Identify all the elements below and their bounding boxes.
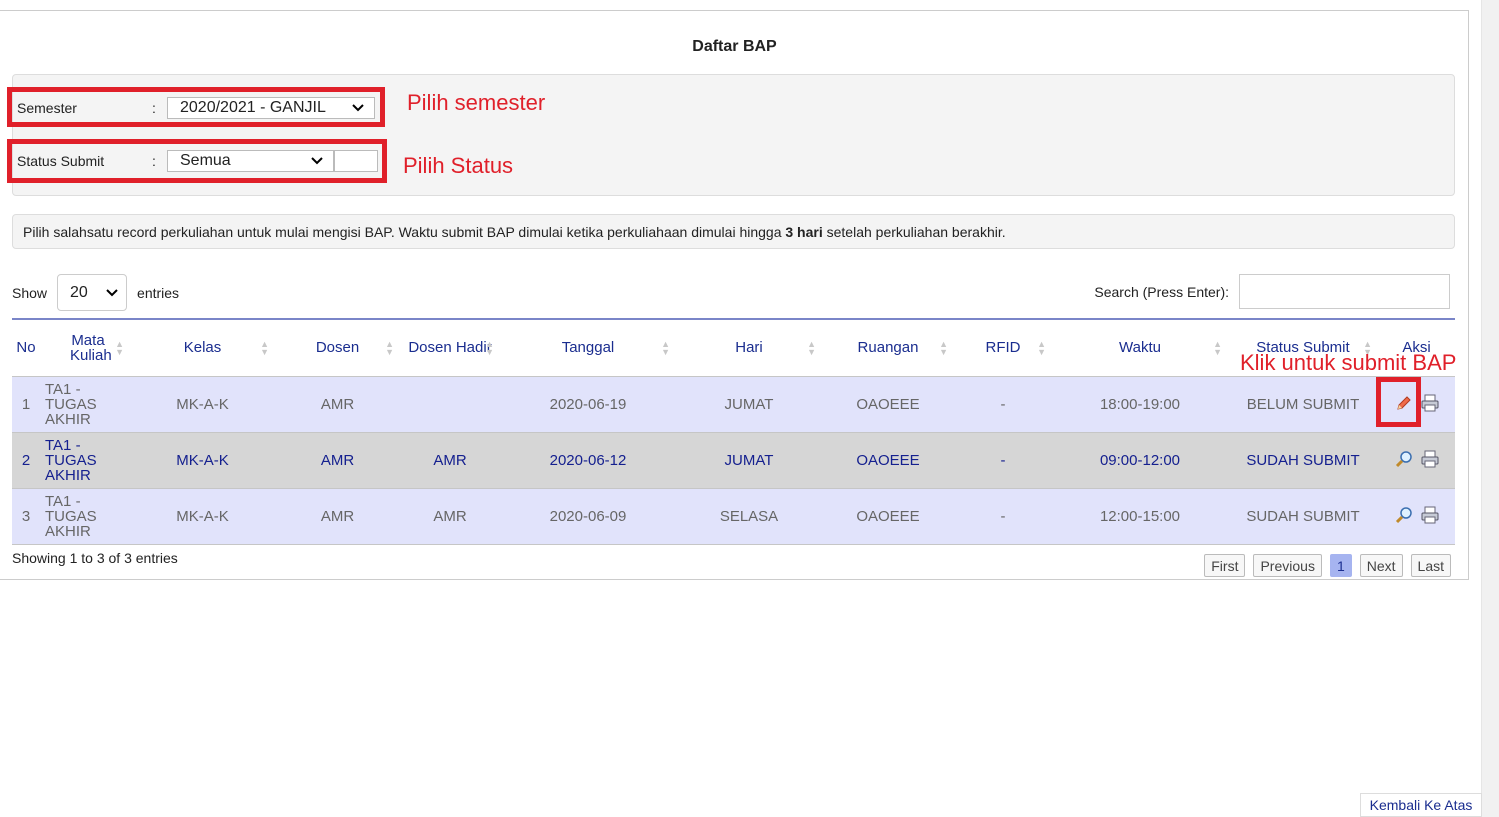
search-label: Search (Press Enter): bbox=[1094, 283, 1229, 300]
sort-icon: ▲ ▼ bbox=[485, 338, 494, 357]
print-icon[interactable] bbox=[1420, 505, 1440, 525]
pager-page-button[interactable]: 1 bbox=[1329, 554, 1352, 577]
cell-rfid: - bbox=[1000, 507, 1006, 525]
header-mata-kuliah[interactable]: Mata Kuliah ▲ ▼ bbox=[40, 319, 130, 376]
magnifier-icon[interactable] bbox=[1394, 449, 1414, 469]
cell-hari: SELASA bbox=[719, 507, 779, 525]
table-search: Search (Press Enter): bbox=[1094, 274, 1450, 309]
sort-icon: ▲ ▼ bbox=[939, 338, 948, 357]
cell-kelas: MK-A-K bbox=[176, 507, 229, 525]
table-header-row: No Mata Kuliah ▲ ▼ Kelas ▲ ▼ Dosen ▲ ▼ Dosen H… bbox=[12, 319, 1455, 376]
header-kelas[interactable]: Kelas ▲ ▼ bbox=[130, 319, 275, 376]
header-waktu[interactable]: Waktu ▲ ▼ bbox=[1052, 319, 1228, 376]
magnifier-icon[interactable] bbox=[1394, 505, 1414, 525]
show-label: Show bbox=[12, 284, 48, 301]
show-entries: Show 20 entries bbox=[12, 274, 179, 311]
cell-ruangan: OAOEEE bbox=[856, 451, 920, 469]
cell-dosen: AMR bbox=[320, 395, 355, 413]
sort-icon: ▲ ▼ bbox=[115, 338, 124, 357]
cell-dosen-hadir bbox=[400, 376, 500, 432]
cell-dosen-hadir: AMR bbox=[433, 451, 467, 469]
print-icon[interactable] bbox=[1420, 393, 1440, 413]
cell-aksi bbox=[1378, 432, 1455, 488]
cell-tanggal: 2020-06-19 bbox=[549, 395, 627, 413]
sort-icon: ▲ ▼ bbox=[807, 338, 816, 357]
search-input[interactable] bbox=[1239, 274, 1450, 309]
cell-hari: JUMAT bbox=[724, 451, 774, 469]
page-title: Daftar BAP bbox=[692, 38, 777, 55]
cell-status-submit: SUDAH SUBMIT bbox=[1246, 507, 1360, 525]
header-rfid[interactable]: RFID ▲ ▼ bbox=[954, 319, 1052, 376]
pager-first-button[interactable]: First bbox=[1204, 554, 1246, 577]
semester-highlight-box bbox=[7, 87, 385, 127]
cell-kelas: MK-A-K bbox=[176, 451, 229, 469]
sort-icon: ▲ ▼ bbox=[661, 338, 670, 357]
showing-info: Showing 1 to 3 of 3 entries bbox=[12, 550, 178, 566]
info-text-before: Pilih salahsatu record perkuliahan untuk… bbox=[23, 223, 786, 240]
info-box: Pilih salahsatu record perkuliahan untuk… bbox=[12, 214, 1455, 249]
cell-waktu: 09:00-12:00 bbox=[1099, 451, 1181, 469]
submit-hint: Klik untuk submit BAP bbox=[1240, 350, 1457, 375]
table-row[interactable]: 2 TA1 - TUGAS AKHIR MK-A-K AMR AMR 2020-… bbox=[12, 432, 1455, 488]
pager-last-button[interactable]: Last bbox=[1410, 554, 1451, 577]
cell-tanggal: 2020-06-09 bbox=[549, 507, 627, 525]
cell-hari: JUMAT bbox=[724, 395, 774, 413]
cell-ruangan: OAOEEE bbox=[856, 395, 920, 413]
cell-mata-kuliah: TA1 - TUGAS AKHIR bbox=[45, 436, 97, 484]
table-row[interactable]: 3 TA1 - TUGAS AKHIR MK-A-K AMR AMR 2020-… bbox=[12, 488, 1455, 544]
cell-mata-kuliah: TA1 - TUGAS AKHIR bbox=[45, 380, 97, 428]
table-row[interactable]: 1 TA1 - TUGAS AKHIR MK-A-K AMR 2020-06-1… bbox=[12, 376, 1455, 432]
pagination: First Previous 1 Next Last bbox=[1204, 554, 1451, 577]
cell-status-submit: BELUM SUBMIT bbox=[1246, 395, 1360, 413]
entries-label: entries bbox=[137, 284, 180, 301]
sort-icon: ▲ ▼ bbox=[260, 338, 269, 357]
bap-table: No Mata Kuliah ▲ ▼ Kelas ▲ ▼ Dosen ▲ ▼ Dosen H… bbox=[12, 318, 1455, 545]
cell-tanggal: 2020-06-12 bbox=[549, 451, 627, 469]
entries-select-value: 20 bbox=[70, 283, 88, 301]
header-tanggal[interactable]: Tanggal ▲ ▼ bbox=[500, 319, 676, 376]
cell-status-submit: SUDAH SUBMIT bbox=[1246, 451, 1360, 469]
pager-previous-button[interactable]: Previous bbox=[1253, 554, 1322, 577]
cell-dosen: AMR bbox=[320, 451, 355, 469]
header-no[interactable]: No bbox=[12, 319, 40, 376]
cell-kelas: MK-A-K bbox=[176, 395, 229, 413]
cell-waktu: 18:00-19:00 bbox=[1099, 395, 1181, 413]
entries-select[interactable]: 20 bbox=[57, 274, 128, 311]
cell-ruangan: OAOEEE bbox=[856, 507, 920, 525]
cell-rfid: - bbox=[1000, 451, 1006, 469]
submit-highlight-box bbox=[1376, 377, 1421, 427]
back-to-top-link[interactable]: Kembali Ke Atas bbox=[1360, 793, 1482, 817]
cell-no: 1 bbox=[21, 395, 31, 413]
cell-dosen-hadir: AMR bbox=[433, 507, 467, 525]
sort-icon: ▲ ▼ bbox=[1213, 338, 1222, 357]
cell-dosen: AMR bbox=[320, 507, 355, 525]
page-scrollbar[interactable] bbox=[1481, 0, 1499, 817]
header-hari[interactable]: Hari ▲ ▼ bbox=[676, 319, 822, 376]
print-icon[interactable] bbox=[1420, 449, 1440, 469]
status-highlight-box bbox=[7, 139, 387, 183]
semester-hint: Pilih semester bbox=[407, 90, 546, 115]
header-ruangan[interactable]: Ruangan ▲ ▼ bbox=[822, 319, 954, 376]
sort-icon: ▲ ▼ bbox=[1037, 338, 1046, 357]
cell-rfid: - bbox=[1000, 395, 1006, 413]
cell-waktu: 12:00-15:00 bbox=[1099, 507, 1181, 525]
pager-next-button[interactable]: Next bbox=[1359, 554, 1403, 577]
chevron-down-icon bbox=[106, 284, 118, 302]
cell-aksi bbox=[1378, 488, 1455, 544]
cell-mata-kuliah: TA1 - TUGAS AKHIR bbox=[45, 492, 97, 540]
sort-icon: ▲ ▼ bbox=[385, 338, 394, 357]
header-dosen[interactable]: Dosen ▲ ▼ bbox=[275, 319, 400, 376]
header-dosen-hadir[interactable]: Dosen Hadir ▲ ▼ bbox=[400, 319, 500, 376]
cell-no: 2 bbox=[21, 451, 31, 469]
info-text-after: setelah perkuliahan berakhir. bbox=[822, 223, 1006, 240]
status-hint: Pilih Status bbox=[403, 153, 514, 178]
cell-no: 3 bbox=[21, 507, 31, 525]
info-text-bold: 3 hari bbox=[785, 223, 823, 240]
